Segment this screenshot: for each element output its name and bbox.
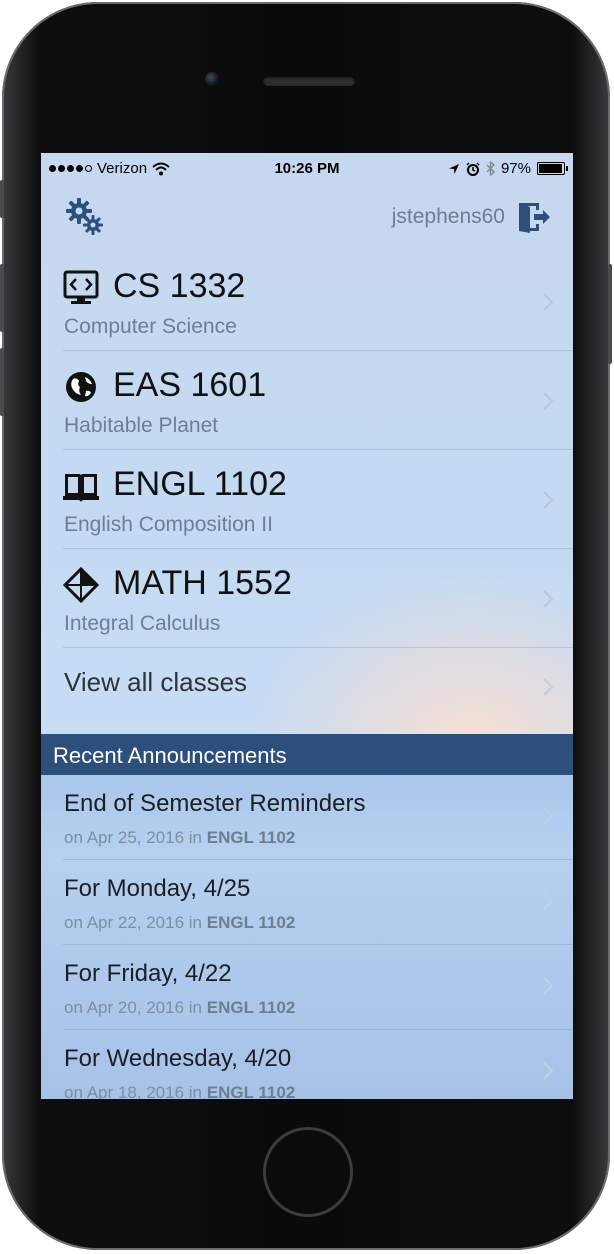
view-all-classes-button[interactable]: View all classes (63, 649, 573, 723)
chevron-right-icon (543, 807, 553, 825)
globe-icon (66, 372, 96, 402)
gears-icon[interactable] (63, 195, 107, 239)
announcement-item[interactable]: For Monday, 4/25 on Apr 22, 2016 in ENGL… (63, 860, 573, 945)
chevron-right-icon (543, 590, 553, 608)
chevron-right-icon (543, 1062, 553, 1080)
chevron-right-icon (543, 293, 553, 311)
class-name: English Composition II (64, 513, 273, 536)
announcement-title: For Friday, 4/22 (64, 960, 232, 987)
chevron-right-icon (543, 491, 553, 509)
class-item-engl-1102[interactable]: ENGL 1102 English Composition II (63, 451, 573, 549)
class-name: Habitable Planet (64, 414, 219, 437)
divider (63, 449, 573, 450)
bluetooth-icon (486, 161, 495, 176)
chevron-right-icon (543, 977, 553, 995)
geometry-icon (63, 567, 99, 603)
divider (63, 647, 573, 648)
volume-down-button (0, 348, 4, 416)
volume-up-button (0, 264, 4, 332)
alarm-icon (466, 161, 480, 176)
announcement-meta: on Apr 20, 2016 in ENGL 1102 (64, 998, 296, 1017)
announcements-header: Recent Announcements (41, 734, 573, 775)
divider (63, 548, 573, 549)
announcement-item[interactable]: End of Semester Reminders on Apr 25, 201… (63, 775, 573, 860)
announcement-meta: on Apr 25, 2016 in ENGL 1102 (64, 828, 296, 847)
view-all-label: View all classes (64, 667, 248, 697)
location-arrow-icon (448, 163, 459, 174)
logout-door-icon[interactable] (517, 200, 551, 234)
announcement-course: ENGL 1102 (206, 998, 296, 1017)
class-code: EAS 1601 (113, 366, 267, 404)
battery-icon (537, 162, 568, 175)
class-name: Integral Calculus (64, 612, 221, 635)
chevron-right-icon (543, 392, 553, 410)
class-code: MATH 1552 (113, 564, 292, 602)
announcement-title: End of Semester Reminders (64, 790, 366, 817)
top-bar: jstephens60 (41, 187, 573, 249)
announcement-item[interactable]: For Friday, 4/22 on Apr 20, 2016 in ENGL… (63, 945, 573, 1030)
class-code: CS 1332 (113, 267, 246, 305)
announcement-meta: on Apr 22, 2016 in ENGL 1102 (64, 913, 296, 932)
battery-percent: 97% (500, 160, 531, 177)
class-item-cs-1332[interactable]: CS 1332 Computer Science (63, 253, 573, 351)
announcement-course: ENGL 1102 (206, 913, 296, 932)
announcement-course: ENGL 1102 (206, 828, 296, 847)
front-camera (205, 72, 219, 86)
status-bar: Verizon 10:26 PM 97% (41, 153, 573, 185)
chevron-right-icon (543, 678, 553, 696)
announcements-title: Recent Announcements (53, 743, 287, 768)
class-name: Computer Science (64, 315, 237, 338)
class-item-eas-1601[interactable]: EAS 1601 Habitable Planet (63, 352, 573, 450)
class-code: ENGL 1102 (113, 465, 287, 503)
announcements-list: End of Semester Reminders on Apr 25, 201… (41, 775, 573, 1099)
announcement-meta: on Apr 18, 2016 in ENGL 1102 (64, 1083, 295, 1099)
announcement-title: For Wednesday, 4/20 (64, 1045, 292, 1072)
power-button (608, 264, 612, 364)
app-screen: Verizon 10:26 PM 97% jstephens60 CS 1332… (41, 153, 573, 1099)
class-item-math-1552[interactable]: MATH 1552 Integral Calculus (63, 550, 573, 648)
home-button[interactable] (263, 1127, 353, 1217)
mute-switch (0, 180, 4, 218)
announcement-item[interactable]: For Wednesday, 4/20 on Apr 18, 2016 in E… (63, 1030, 573, 1099)
chevron-right-icon (543, 892, 553, 910)
announcement-course: ENGL 1102 (206, 1083, 296, 1099)
earpiece-speaker (263, 76, 355, 86)
book-icon (63, 474, 99, 502)
announcement-title: For Monday, 4/25 (64, 875, 251, 902)
username: jstephens60 (391, 205, 505, 228)
code-monitor-icon (63, 270, 99, 304)
divider (63, 350, 573, 351)
